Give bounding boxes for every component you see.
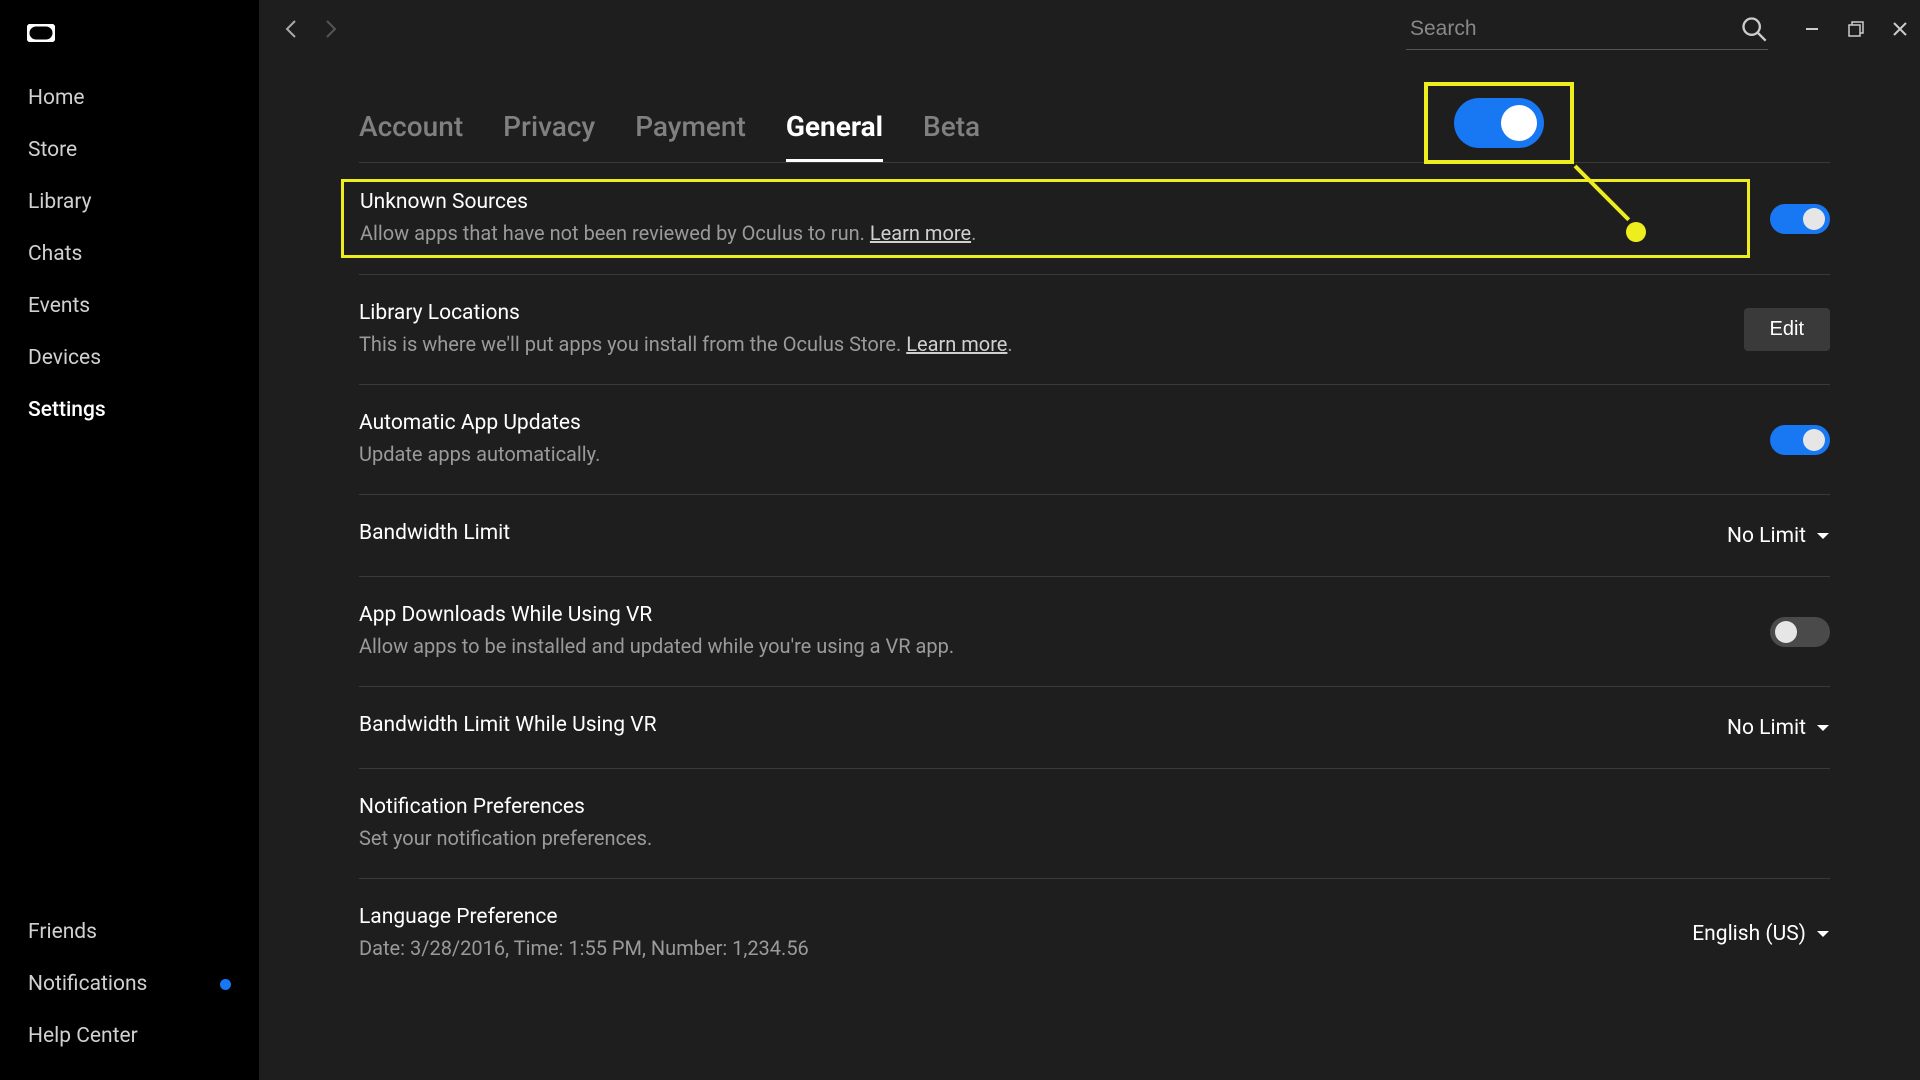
setting-downloads-vr: App Downloads While Using VR Allow apps …: [359, 576, 1830, 686]
setting-description: Allow apps that have not been reviewed b…: [360, 219, 1731, 247]
language-dropdown[interactable]: English (US): [1692, 922, 1830, 946]
settings-tabs: Account Privacy Payment General Beta: [359, 110, 1830, 163]
callout-toggle-annotation: [1424, 82, 1574, 164]
setting-title: Bandwidth Limit: [359, 521, 1707, 545]
search-input[interactable]: [1406, 17, 1740, 41]
setting-bandwidth-limit: Bandwidth Limit No Limit: [359, 494, 1830, 576]
edit-button[interactable]: Edit: [1744, 308, 1830, 351]
setting-description: Allow apps to be installed and updated w…: [359, 632, 1750, 660]
setting-title: Library Locations: [359, 301, 1724, 325]
callout-dot-annotation: [1626, 222, 1646, 242]
tab-account[interactable]: Account: [359, 110, 463, 162]
auto-updates-toggle[interactable]: [1770, 425, 1830, 455]
downloads-vr-toggle[interactable]: [1770, 617, 1830, 647]
toggle-enlarged-icon: [1454, 98, 1544, 148]
chevron-down-icon: [1816, 721, 1830, 735]
setting-title: Bandwidth Limit While Using VR: [359, 713, 1707, 737]
setting-auto-updates: Automatic App Updates Update apps automa…: [359, 384, 1830, 494]
setting-library-locations: Library Locations This is where we'll pu…: [359, 274, 1830, 384]
sidebar-item-notifications[interactable]: Notifications: [0, 958, 259, 1010]
setting-description: Set your notification preferences.: [359, 824, 1830, 852]
setting-language: Language Preference Date: 3/28/2016, Tim…: [359, 878, 1830, 988]
setting-bandwidth-vr: Bandwidth Limit While Using VR No Limit: [359, 686, 1830, 768]
sidebar-item-devices[interactable]: Devices: [0, 332, 259, 384]
forward-button[interactable]: [311, 10, 349, 48]
sidebar-item-help-center[interactable]: Help Center: [0, 1010, 259, 1062]
setting-notifications: Notification Preferences Set your notifi…: [359, 768, 1830, 878]
sidebar-item-library[interactable]: Library: [0, 176, 259, 228]
bandwidth-vr-dropdown[interactable]: No Limit: [1727, 716, 1830, 740]
setting-description: This is where we'll put apps you install…: [359, 330, 1724, 358]
search-icon: [1740, 15, 1768, 43]
learn-more-link[interactable]: Learn more: [906, 332, 1007, 356]
tab-beta[interactable]: Beta: [923, 110, 980, 162]
setting-title: Notification Preferences: [359, 795, 1830, 819]
close-button[interactable]: [1892, 21, 1908, 37]
oculus-logo-icon: [27, 24, 259, 46]
nav-secondary: Friends Notifications Help Center: [0, 906, 259, 1062]
nav-primary: Home Store Library Chats Events Devices …: [0, 72, 259, 436]
sidebar: Home Store Library Chats Events Devices …: [0, 0, 259, 1080]
setting-description: Date: 3/28/2016, Time: 1:55 PM, Number: …: [359, 934, 1672, 962]
sidebar-item-settings[interactable]: Settings: [0, 384, 259, 436]
main: Account Privacy Payment General Beta Unk…: [259, 0, 1920, 1080]
setting-description: Update apps automatically.: [359, 440, 1750, 468]
learn-more-link[interactable]: Learn more: [870, 221, 971, 245]
unknown-sources-toggle[interactable]: [1770, 204, 1830, 234]
notification-dot-icon: [220, 979, 231, 990]
back-button[interactable]: [273, 10, 311, 48]
sidebar-item-chats[interactable]: Chats: [0, 228, 259, 280]
setting-title: App Downloads While Using VR: [359, 603, 1750, 627]
minimize-button[interactable]: [1804, 21, 1820, 37]
content: Account Privacy Payment General Beta Unk…: [259, 58, 1920, 1080]
setting-title: Automatic App Updates: [359, 411, 1750, 435]
sidebar-item-store[interactable]: Store: [0, 124, 259, 176]
setting-control: [1770, 204, 1830, 234]
search-field[interactable]: [1406, 9, 1768, 50]
window-controls: [1804, 21, 1908, 37]
sidebar-item-friends[interactable]: Friends: [0, 906, 259, 958]
tab-privacy[interactable]: Privacy: [503, 110, 595, 162]
settings-list: Unknown Sources Allow apps that have not…: [359, 163, 1830, 988]
setting-unknown-sources: Unknown Sources Allow apps that have not…: [359, 163, 1830, 274]
sidebar-item-events[interactable]: Events: [0, 280, 259, 332]
maximize-button[interactable]: [1848, 21, 1864, 37]
sidebar-item-home[interactable]: Home: [0, 72, 259, 124]
chevron-down-icon: [1816, 529, 1830, 543]
bandwidth-limit-dropdown[interactable]: No Limit: [1727, 524, 1830, 548]
highlight-annotation: Unknown Sources Allow apps that have not…: [341, 179, 1750, 258]
setting-title: Unknown Sources: [360, 190, 1731, 214]
tab-general[interactable]: General: [786, 110, 883, 162]
topbar: [259, 0, 1920, 58]
chevron-down-icon: [1816, 927, 1830, 941]
sidebar-item-label: Notifications: [28, 972, 147, 996]
tab-payment[interactable]: Payment: [635, 110, 746, 162]
setting-title: Language Preference: [359, 905, 1672, 929]
